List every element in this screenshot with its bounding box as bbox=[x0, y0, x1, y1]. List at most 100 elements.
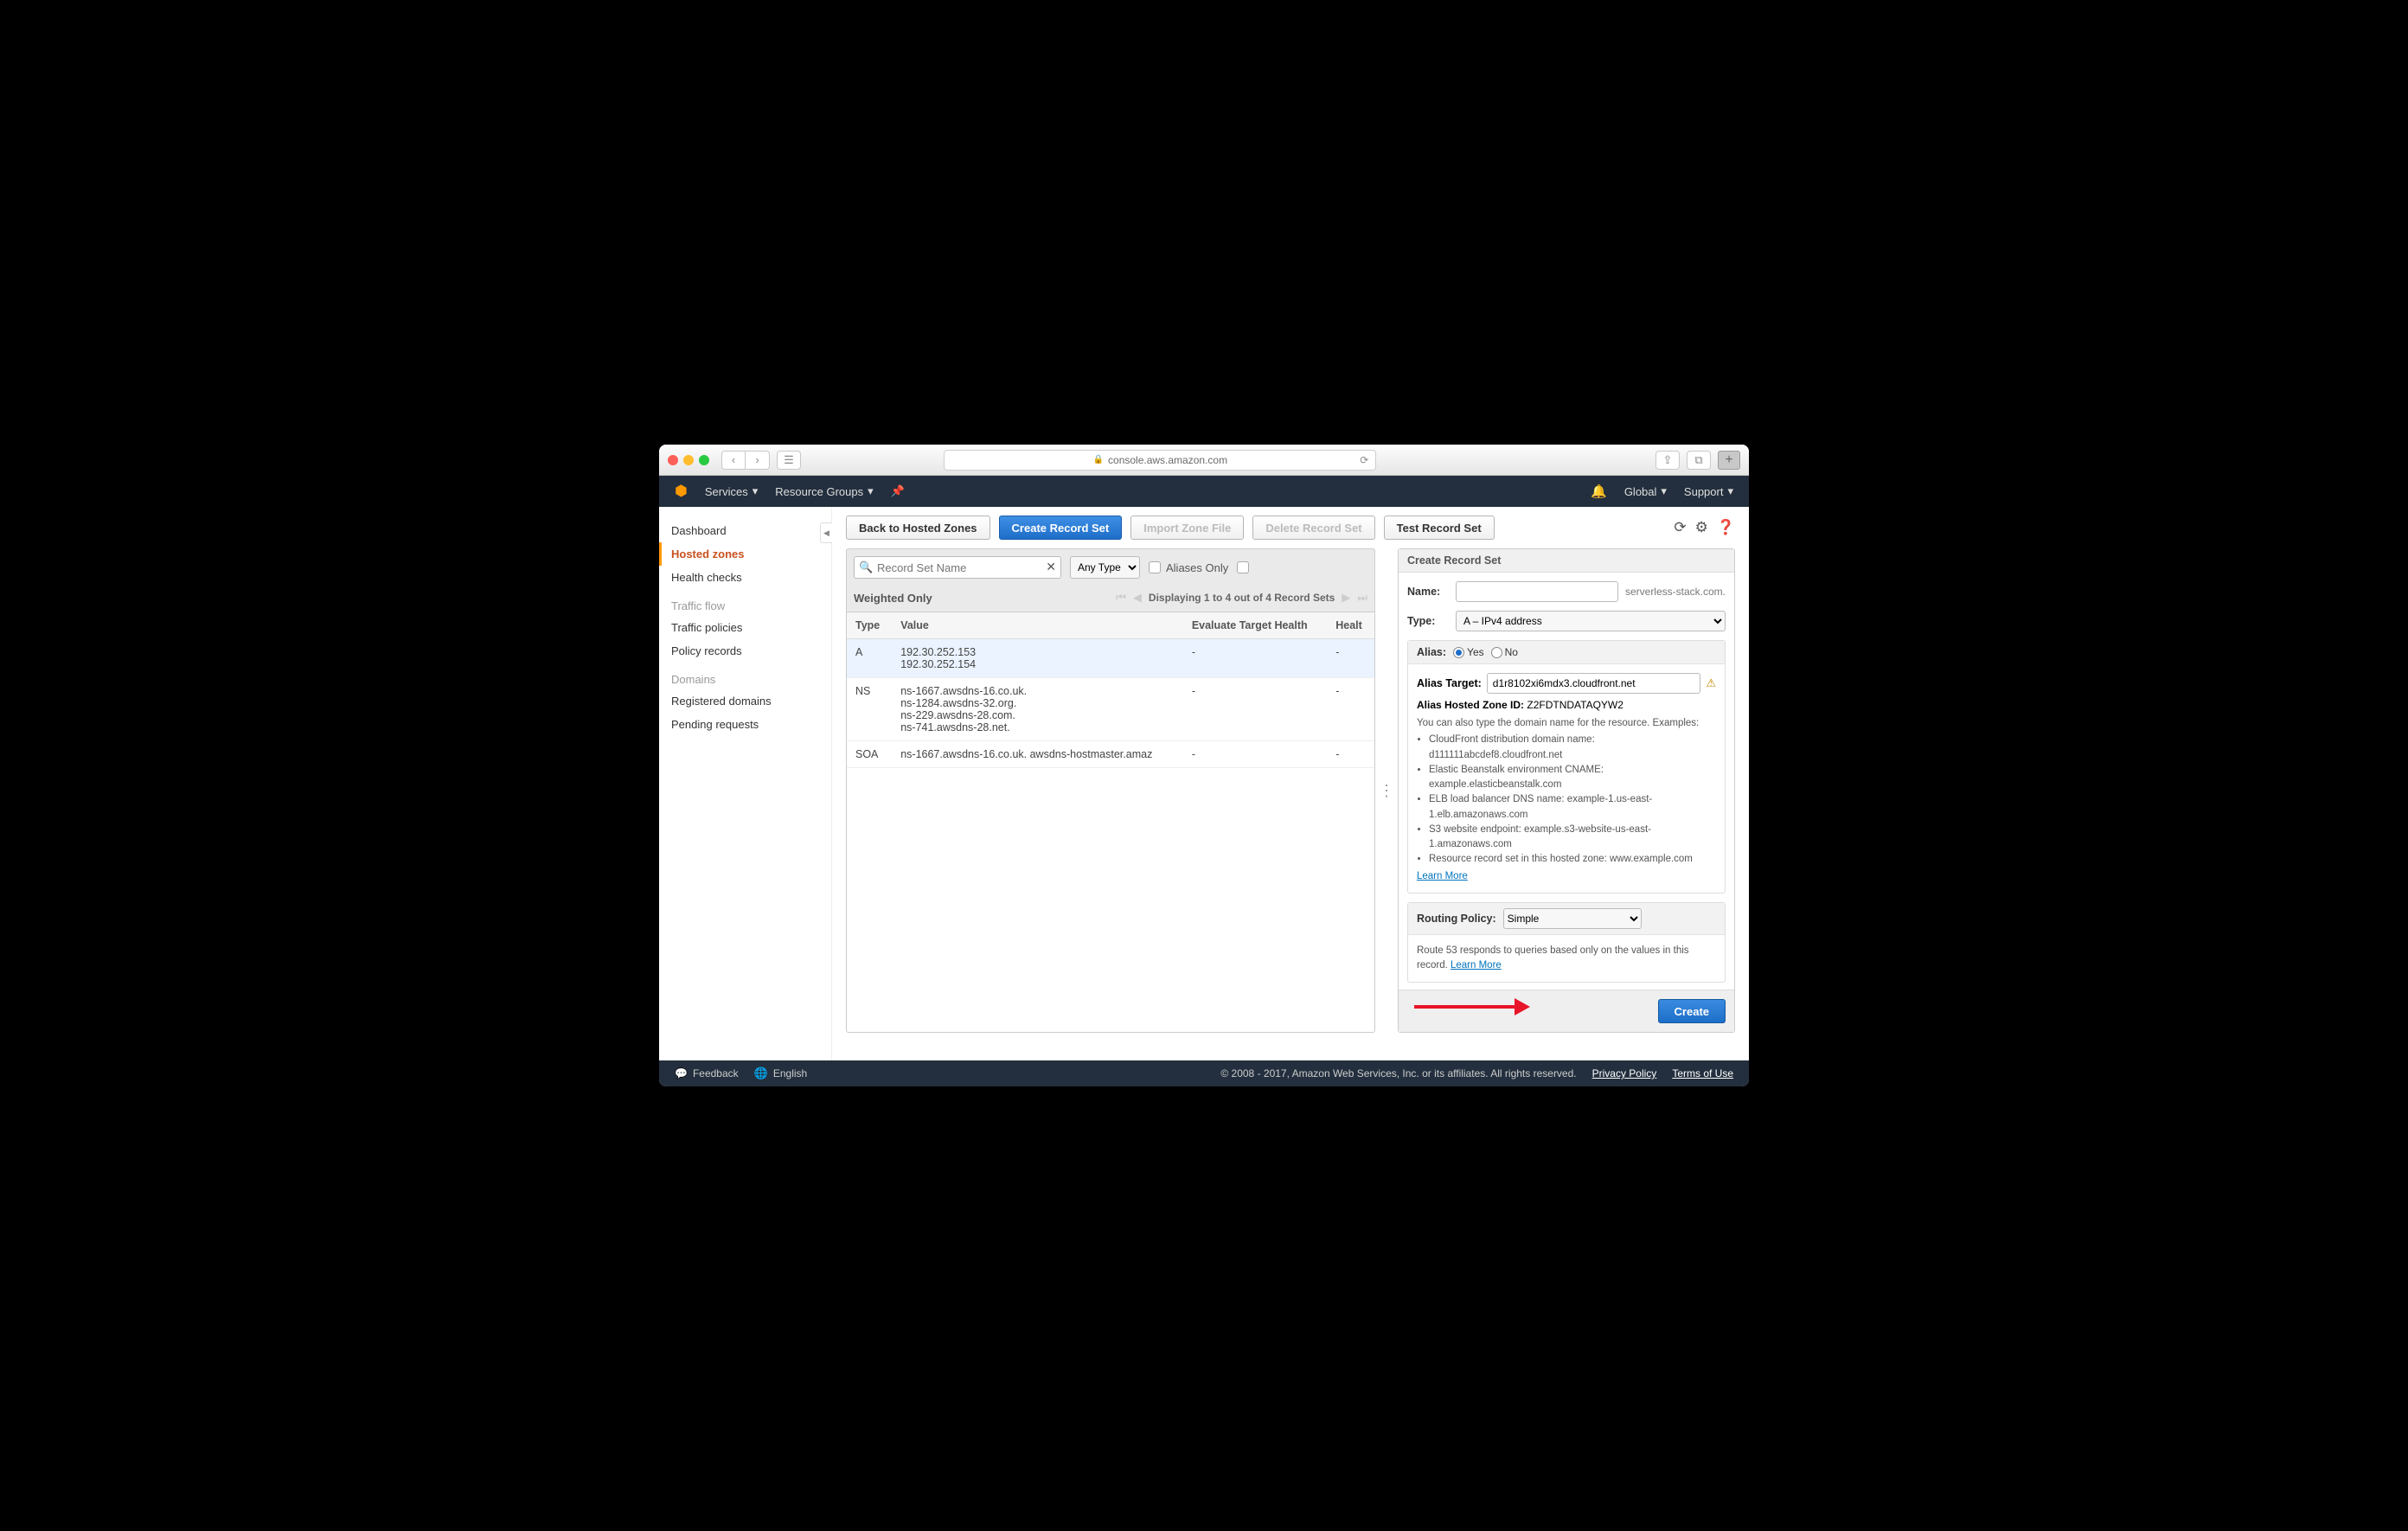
refresh-icon[interactable]: ⟳ bbox=[1674, 519, 1686, 536]
privacy-link[interactable]: Privacy Policy bbox=[1592, 1067, 1657, 1079]
sidebar-item-policy-records[interactable]: Policy records bbox=[671, 639, 831, 663]
cell-eth: - bbox=[1183, 639, 1327, 678]
alias-target-label: Alias Target: bbox=[1417, 677, 1482, 689]
language-label: English bbox=[773, 1067, 807, 1079]
copyright-text: © 2008 - 2017, Amazon Web Services, Inc.… bbox=[1220, 1067, 1576, 1079]
reload-icon[interactable]: ⟳ bbox=[1360, 454, 1368, 466]
sidebar-item-pending-requests[interactable]: Pending requests bbox=[671, 713, 831, 736]
warning-icon: ⚠ bbox=[1706, 676, 1716, 690]
sidebar-item-registered-domains[interactable]: Registered domains bbox=[671, 689, 831, 713]
col-eth[interactable]: Evaluate Target Health bbox=[1183, 612, 1327, 639]
aws-footer: 💬 Feedback 🌐 English © 2008 - 2017, Amaz… bbox=[659, 1060, 1749, 1086]
alias-section: Alias: Yes No bbox=[1407, 640, 1726, 894]
sidebar-item-traffic-policies[interactable]: Traffic policies bbox=[671, 616, 831, 639]
table-row[interactable]: A 192.30.252.153 192.30.252.154 - - bbox=[847, 639, 1374, 678]
test-record-set-button[interactable]: Test Record Set bbox=[1384, 516, 1495, 540]
minimize-window-icon[interactable] bbox=[683, 455, 694, 465]
cell-value: ns-1667.awsdns-16.co.uk. awsdns-hostmast… bbox=[892, 741, 1183, 768]
caret-down-icon: ▾ bbox=[1727, 484, 1733, 498]
pager-text: Displaying 1 to 4 out of 4 Record Sets bbox=[1149, 592, 1335, 604]
sidebar-heading-traffic-flow: Traffic flow bbox=[671, 589, 831, 616]
routing-header: Routing Policy: Simple bbox=[1408, 903, 1725, 935]
alias-yes-label: Yes bbox=[1467, 646, 1484, 658]
pin-icon[interactable]: 📌 bbox=[891, 484, 905, 498]
search-icon: 🔍 bbox=[859, 561, 873, 574]
nav-support[interactable]: Support ▾ bbox=[1684, 484, 1733, 498]
pager: ⏮ ◀ Displaying 1 to 4 out of 4 Record Se… bbox=[1116, 591, 1367, 605]
alias-examples: You can also type the domain name for th… bbox=[1417, 716, 1716, 884]
col-value[interactable]: Value bbox=[892, 612, 1183, 639]
sidebar-collapse-button[interactable]: ◀ bbox=[820, 522, 832, 543]
panel-title: Create Record Set bbox=[1399, 549, 1734, 573]
pager-first-icon[interactable]: ⏮ bbox=[1116, 591, 1126, 605]
feedback-label: Feedback bbox=[693, 1067, 739, 1079]
feedback-link[interactable]: 💬 Feedback bbox=[675, 1067, 739, 1079]
type-select[interactable]: A – IPv4 address bbox=[1456, 611, 1726, 631]
maximize-window-icon[interactable] bbox=[699, 455, 709, 465]
url-bar[interactable]: 🔒 console.aws.amazon.com ⟳ bbox=[944, 450, 1376, 471]
routing-select[interactable]: Simple bbox=[1503, 908, 1642, 929]
back-to-hosted-zones-button[interactable]: Back to Hosted Zones bbox=[846, 516, 990, 540]
cell-value: 192.30.252.153 192.30.252.154 bbox=[892, 639, 1183, 678]
help-icon[interactable]: ❓ bbox=[1717, 519, 1735, 536]
cell-value: ns-1667.awsdns-16.co.uk. ns-1284.awsdns-… bbox=[892, 678, 1183, 741]
cell-type: NS bbox=[847, 678, 892, 741]
browser-toolbar: ‹ › ☰ 🔒 console.aws.amazon.com ⟳ ⇪ ⧉ + bbox=[659, 445, 1749, 476]
notifications-icon[interactable]: 🔔 bbox=[1591, 484, 1607, 499]
pane-resize-handle[interactable]: ⋮ bbox=[1379, 782, 1394, 800]
cell-eth: - bbox=[1183, 678, 1327, 741]
gear-icon[interactable]: ⚙ bbox=[1695, 519, 1708, 536]
extra-checkbox[interactable] bbox=[1237, 561, 1249, 573]
tabs-button[interactable]: ⧉ bbox=[1687, 451, 1711, 470]
pager-last-icon[interactable]: ⏭ bbox=[1357, 591, 1367, 605]
sidebar-item-dashboard[interactable]: Dashboard bbox=[671, 519, 831, 542]
table-row[interactable]: SOA ns-1667.awsdns-16.co.uk. awsdns-host… bbox=[847, 741, 1374, 768]
create-record-set-button[interactable]: Create Record Set bbox=[999, 516, 1123, 540]
forward-button[interactable]: › bbox=[746, 451, 770, 470]
sidebar-item-health-checks[interactable]: Health checks bbox=[671, 566, 831, 589]
speech-bubble-icon: 💬 bbox=[675, 1067, 688, 1079]
action-toolbar: Back to Hosted Zones Create Record Set I… bbox=[846, 516, 1735, 540]
back-button[interactable]: ‹ bbox=[721, 451, 746, 470]
table-row[interactable]: NS ns-1667.awsdns-16.co.uk. ns-1284.awsd… bbox=[847, 678, 1374, 741]
sidebar-toggle-button[interactable]: ☰ bbox=[777, 451, 801, 470]
main-content: Back to Hosted Zones Create Record Set I… bbox=[832, 507, 1749, 1060]
delete-record-set-button[interactable]: Delete Record Set bbox=[1252, 516, 1374, 540]
nav-services[interactable]: Services ▾ bbox=[705, 484, 758, 498]
col-health[interactable]: Healt bbox=[1327, 612, 1374, 639]
language-selector[interactable]: 🌐 English bbox=[754, 1067, 808, 1080]
cell-eth: - bbox=[1183, 741, 1327, 768]
nav-resource-groups[interactable]: Resource Groups ▾ bbox=[775, 484, 873, 498]
alias-yes-radio[interactable]: Yes bbox=[1453, 646, 1484, 658]
name-input[interactable] bbox=[1456, 581, 1618, 602]
import-zone-file-button[interactable]: Import Zone File bbox=[1130, 516, 1244, 540]
learn-more-link[interactable]: Learn More bbox=[1417, 871, 1468, 881]
aws-logo-icon[interactable]: ⬢ bbox=[675, 483, 688, 500]
close-window-icon[interactable] bbox=[668, 455, 678, 465]
col-type[interactable]: Type bbox=[847, 612, 892, 639]
type-filter-select[interactable]: Any Type bbox=[1070, 556, 1140, 579]
share-button[interactable]: ⇪ bbox=[1656, 451, 1680, 470]
nav-region[interactable]: Global ▾ bbox=[1624, 484, 1667, 498]
example-item: Elastic Beanstalk environment CNAME: exa… bbox=[1429, 763, 1716, 793]
checkbox-icon bbox=[1149, 561, 1161, 573]
new-tab-button[interactable]: + bbox=[1718, 451, 1740, 470]
caret-down-icon: ▾ bbox=[1661, 484, 1667, 498]
search-input[interactable] bbox=[854, 556, 1061, 579]
terms-link[interactable]: Terms of Use bbox=[1672, 1067, 1733, 1079]
create-button[interactable]: Create bbox=[1658, 999, 1726, 1023]
alias-no-radio[interactable]: No bbox=[1491, 646, 1518, 658]
clear-search-icon[interactable]: ✕ bbox=[1046, 560, 1056, 574]
alias-hz-row: Alias Hosted Zone ID: Z2FDTNDATAQYW2 bbox=[1417, 699, 1716, 711]
learn-more-link[interactable]: Learn More bbox=[1451, 960, 1502, 970]
pager-prev-icon[interactable]: ◀ bbox=[1133, 591, 1142, 605]
aliases-only-checkbox[interactable]: Aliases Only bbox=[1149, 561, 1228, 574]
example-item: CloudFront distribution domain name: d11… bbox=[1429, 733, 1716, 763]
alias-header: Alias: Yes No bbox=[1408, 641, 1725, 664]
pager-next-icon[interactable]: ▶ bbox=[1342, 591, 1350, 605]
sidebar-item-hosted-zones[interactable]: Hosted zones bbox=[659, 542, 831, 566]
alias-target-input[interactable] bbox=[1487, 673, 1701, 694]
caret-down-icon: ▾ bbox=[752, 484, 759, 498]
panel-footer: Create bbox=[1399, 990, 1734, 1032]
search-wrap: 🔍 ✕ bbox=[854, 556, 1061, 579]
